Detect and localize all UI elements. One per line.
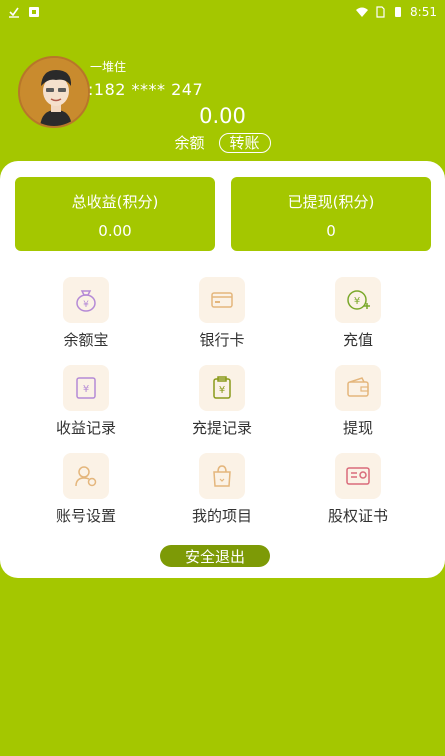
balance-label: 余额	[174, 134, 205, 152]
bank-card-icon	[199, 277, 245, 323]
money-bag-icon: ¥	[63, 277, 109, 323]
no-sim-icon	[376, 6, 385, 18]
menu-item-label: 账号设置	[55, 507, 116, 525]
shopping-bag-icon	[199, 453, 245, 499]
wifi-icon	[356, 7, 369, 17]
total-income-value: 0.00	[98, 222, 132, 240]
menu-item-label: 提现	[342, 419, 373, 437]
balance-row: 余额 转账	[0, 132, 445, 153]
menu-item-transaction-record[interactable]: ¥ 充提记录	[162, 365, 282, 438]
logout-button[interactable]: 安全退出	[160, 545, 270, 567]
withdrawn-box: 已提现(积分) 0	[231, 177, 431, 251]
menu-item-label: 充提记录	[191, 419, 252, 437]
menu-item-label: 我的项目	[191, 507, 252, 525]
svg-text:¥: ¥	[83, 300, 89, 310]
menu-item-account-settings[interactable]: 账号设置	[26, 453, 146, 526]
withdrawn-label: 已提现(积分)	[287, 193, 375, 211]
total-income-box: 总收益(积分) 0.00	[15, 177, 215, 251]
menu-item-label: 收益记录	[55, 419, 116, 437]
menu-item-recharge[interactable]: ¥ 充值	[298, 277, 418, 350]
total-income-label: 总收益(积分)	[71, 193, 159, 211]
account-settings-icon	[63, 453, 109, 499]
balance-amount: 0.00	[199, 104, 246, 128]
username: 一堆住	[90, 60, 127, 74]
battery-icon	[395, 7, 402, 17]
wallet-icon	[335, 365, 381, 411]
certificate-icon	[335, 453, 381, 499]
menu-item-my-projects[interactable]: 我的项目	[162, 453, 282, 526]
svg-text:¥: ¥	[219, 385, 225, 396]
svg-text:¥: ¥	[354, 296, 360, 307]
status-bar: 8:51	[0, 0, 445, 24]
menu-item-equity-certificate[interactable]: 股权证书	[298, 453, 418, 526]
menu-item-income-record[interactable]: ¥ 收益记录	[26, 365, 146, 438]
menu-item-label: 余额宝	[63, 331, 109, 349]
income-record-icon: ¥	[63, 365, 109, 411]
transfer-button[interactable]: 转账	[218, 132, 271, 153]
download-done-icon	[9, 7, 19, 18]
app-notification-icon	[29, 7, 39, 17]
menu-item-label: 银行卡	[199, 331, 245, 349]
menu-item-withdraw[interactable]: 提现	[298, 365, 418, 438]
status-time: 8:51	[410, 5, 437, 19]
account-card: 总收益(积分) 0.00 已提现(积分) 0 ¥ 余额宝 银行卡 ¥ 充值 ¥ …	[0, 161, 445, 578]
transaction-record-icon: ¥	[199, 365, 245, 411]
withdrawn-value: 0	[326, 222, 336, 240]
menu-item-label: 股权证书	[327, 507, 388, 525]
menu-item-bank-card[interactable]: 银行卡	[162, 277, 282, 350]
menu-item-yuebao[interactable]: ¥ 余额宝	[26, 277, 146, 350]
recharge-icon: ¥	[335, 277, 381, 323]
phone-number: :182 **** 247	[88, 80, 204, 99]
svg-text:¥: ¥	[83, 384, 89, 395]
menu-item-label: 充值	[342, 331, 373, 349]
